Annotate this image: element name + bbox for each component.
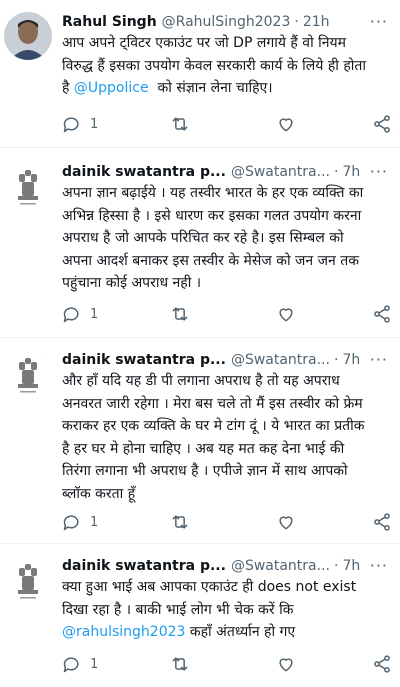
like-button[interactable] bbox=[276, 304, 296, 324]
author-name[interactable]: dainik swatantra p... bbox=[62, 352, 226, 368]
retweet-icon bbox=[172, 657, 188, 671]
reply-icon bbox=[63, 657, 79, 673]
separator-dot: · bbox=[333, 352, 339, 368]
more-icon[interactable]: ··· bbox=[370, 556, 388, 575]
mention-link[interactable]: @rahulsingh2023 bbox=[62, 624, 185, 640]
reply-button[interactable]: 1 bbox=[62, 304, 98, 324]
retweet-button[interactable] bbox=[170, 512, 190, 532]
tweet[interactable]: dainik swatantra p... @Swatantra... · 7h… bbox=[0, 148, 400, 338]
tweet-text: आप अपने ट्विटर एकाउंट पर जो DP लगाये हैं… bbox=[62, 35, 367, 97]
retweet-button[interactable] bbox=[170, 654, 190, 674]
reply-count: 1 bbox=[90, 116, 99, 132]
like-button[interactable] bbox=[276, 512, 296, 532]
author-handle[interactable]: @Swatantra... bbox=[231, 558, 330, 574]
reply-count: 1 bbox=[90, 306, 99, 322]
avatar[interactable] bbox=[4, 12, 52, 60]
share-button[interactable] bbox=[372, 654, 392, 674]
author-name[interactable]: dainik swatantra p... bbox=[62, 164, 226, 180]
reply-button[interactable]: 1 bbox=[62, 114, 98, 134]
reply-button[interactable]: 1 bbox=[62, 654, 98, 674]
reply-count: 1 bbox=[90, 514, 99, 530]
share-button[interactable] bbox=[372, 304, 392, 324]
mention-link[interactable]: @Uppolice bbox=[74, 80, 149, 96]
like-button[interactable] bbox=[276, 654, 296, 674]
timestamp[interactable]: 7h bbox=[342, 558, 360, 574]
retweet-button[interactable] bbox=[170, 304, 190, 324]
share-button[interactable] bbox=[372, 114, 392, 134]
reply-icon bbox=[63, 515, 79, 531]
tweet-text: क्या हुआ भाई अब आपका एकाउंट ही does not … bbox=[62, 579, 357, 641]
reply-count: 1 bbox=[90, 656, 99, 672]
share-icon bbox=[374, 655, 390, 673]
emblem-avatar[interactable] bbox=[4, 162, 52, 210]
like-icon bbox=[279, 308, 293, 322]
more-icon[interactable]: ··· bbox=[370, 162, 388, 181]
tweet-text: अपना ज्ञान बढ़ाईये । यह तस्वीर भारत के ह… bbox=[62, 185, 364, 292]
timestamp[interactable]: 7h bbox=[342, 352, 360, 368]
more-icon[interactable]: ··· bbox=[370, 12, 388, 31]
separator-dot: · bbox=[333, 164, 339, 180]
more-icon[interactable]: ··· bbox=[370, 350, 388, 369]
share-icon bbox=[374, 305, 390, 323]
author-handle[interactable]: @Swatantra... bbox=[231, 164, 330, 180]
author-name[interactable]: dainik swatantra p... bbox=[62, 558, 226, 574]
timestamp[interactable]: 21h bbox=[303, 14, 330, 30]
reply-icon bbox=[63, 117, 79, 133]
share-icon bbox=[374, 513, 390, 531]
author-handle[interactable]: @Swatantra... bbox=[231, 352, 330, 368]
share-button[interactable] bbox=[372, 512, 392, 532]
emblem-avatar[interactable] bbox=[4, 556, 52, 604]
like-button[interactable] bbox=[276, 114, 296, 134]
author-handle[interactable]: @RahulSingh2023 bbox=[162, 14, 291, 30]
like-icon bbox=[279, 516, 293, 530]
like-icon bbox=[279, 658, 293, 672]
timestamp[interactable]: 7h bbox=[342, 164, 360, 180]
separator-dot: · bbox=[294, 14, 299, 30]
reply-button[interactable]: 1 bbox=[62, 512, 98, 532]
reply-icon bbox=[63, 307, 79, 323]
share-icon bbox=[374, 115, 390, 133]
separator-dot: · bbox=[333, 558, 339, 574]
retweet-icon bbox=[172, 515, 188, 529]
tweet-text: और हाँ यदि यह डी पी लगाना अपराध है तो यह… bbox=[62, 373, 365, 502]
retweet-button[interactable] bbox=[170, 114, 190, 134]
tweet[interactable]: dainik swatantra p... @Swatantra... · 7h… bbox=[0, 544, 400, 687]
tweet[interactable]: dainik swatantra p... @Swatantra... · 7h… bbox=[0, 338, 400, 544]
retweet-icon bbox=[172, 307, 188, 321]
like-icon bbox=[279, 118, 293, 132]
emblem-avatar[interactable] bbox=[4, 350, 52, 398]
retweet-icon bbox=[172, 117, 188, 131]
author-name[interactable]: Rahul Singh bbox=[62, 14, 157, 30]
tweet[interactable]: Rahul Singh @RahulSingh2023 · 21h ··· आप… bbox=[0, 0, 400, 148]
